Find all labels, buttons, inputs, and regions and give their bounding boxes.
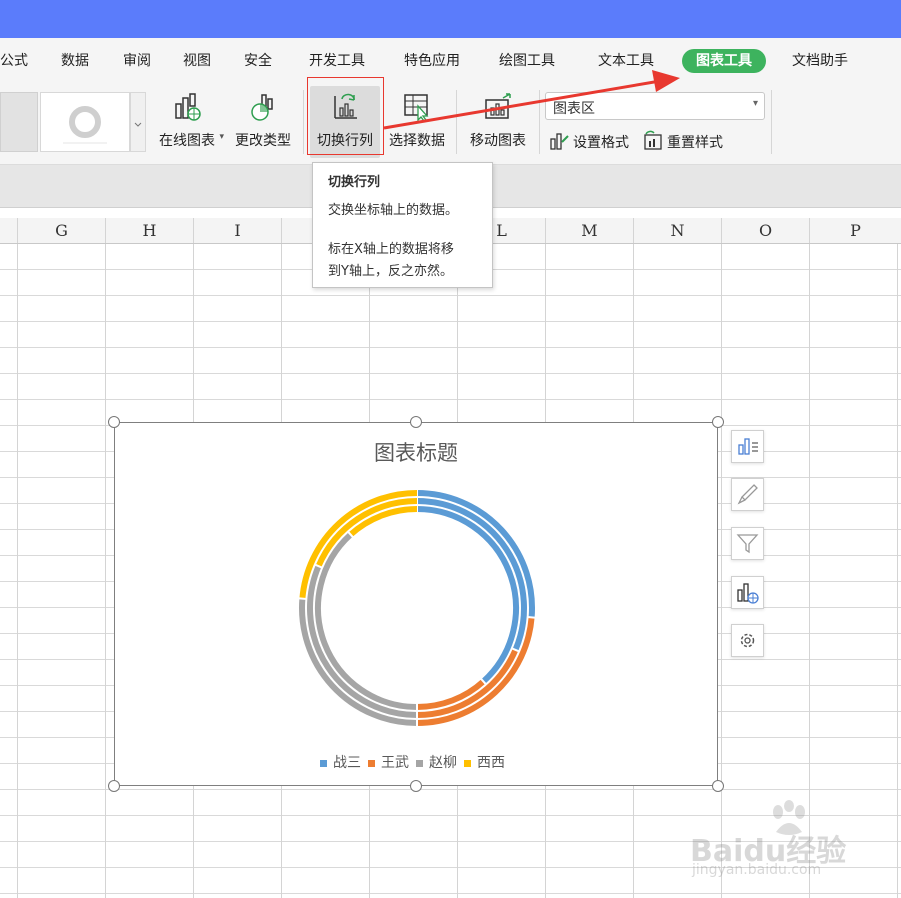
legend-item[interactable]: 赵柳 bbox=[416, 755, 457, 771]
resize-handle-top-left[interactable] bbox=[108, 416, 120, 428]
legend-label: 战三 bbox=[333, 755, 361, 771]
online-chart-label: 在线图表 bbox=[159, 133, 215, 149]
reset-style-label: 重置样式 bbox=[667, 135, 723, 151]
tab-text-tools[interactable]: 文本工具 bbox=[598, 38, 654, 84]
tab-data[interactable]: 数据 bbox=[61, 38, 89, 84]
online-chart-icon bbox=[737, 583, 759, 604]
tab-formula[interactable]: 公式 bbox=[0, 38, 28, 84]
chevron-down-icon: ▾ bbox=[752, 98, 758, 109]
style-preview-partial[interactable] bbox=[0, 92, 38, 152]
chart-area[interactable]: 图表标题 战三 王武 赵柳 西西 bbox=[114, 422, 718, 786]
chart-style-button[interactable] bbox=[731, 478, 764, 511]
chart-filter-icon bbox=[736, 534, 759, 554]
change-type-button[interactable]: 更改类型 bbox=[230, 86, 296, 158]
move-chart-label: 移动图表 bbox=[470, 133, 526, 149]
legend-swatch bbox=[416, 759, 423, 767]
menu-bar: 公式 数据 审阅 视图 安全 开发工具 特色应用 绘图工具 文本工具 图表工具 … bbox=[0, 38, 901, 84]
online-chart-side-button[interactable] bbox=[731, 576, 764, 609]
resize-handle-bottom[interactable] bbox=[410, 780, 422, 792]
tab-doc-assistant[interactable]: 文档助手 bbox=[792, 38, 848, 84]
tooltip-title: 切换行列 bbox=[328, 175, 381, 190]
ribbon-separator bbox=[456, 90, 457, 154]
donut-chart[interactable] bbox=[115, 423, 719, 787]
settings-gear-icon bbox=[740, 633, 755, 648]
online-chart-icon bbox=[175, 93, 201, 121]
tab-view[interactable]: 视图 bbox=[183, 38, 211, 84]
donut-segment[interactable] bbox=[315, 532, 418, 710]
legend-item[interactable]: 王武 bbox=[368, 755, 409, 771]
move-chart-button[interactable]: 移动图表 bbox=[464, 86, 532, 158]
reset-style-icon bbox=[644, 130, 662, 150]
ribbon-toolbar: 在线图表 ▾ 更改类型 切换行列 选择数据 移动图表 图表区 ▾ 设置格式 重置… bbox=[0, 77, 901, 165]
donut-segment[interactable] bbox=[348, 506, 418, 537]
chart-legend[interactable]: 战三 王武 赵柳 西西 bbox=[115, 752, 717, 772]
tab-features[interactable]: 特色应用 bbox=[404, 38, 460, 84]
change-type-icon bbox=[251, 94, 273, 121]
donut-thumbnail-icon bbox=[63, 106, 107, 144]
ribbon-separator bbox=[771, 90, 772, 154]
select-data-label: 选择数据 bbox=[389, 133, 445, 149]
column-header-g[interactable]: G bbox=[18, 218, 106, 243]
chart-elements-button[interactable] bbox=[731, 430, 764, 463]
set-format-label: 设置格式 bbox=[573, 135, 629, 151]
highlight-box bbox=[307, 77, 384, 155]
set-format-icon bbox=[550, 133, 569, 150]
chevron-down-icon bbox=[134, 122, 142, 127]
legend-label: 西西 bbox=[477, 755, 505, 771]
legend-item[interactable]: 战三 bbox=[320, 755, 361, 771]
chart-filter-button[interactable] bbox=[731, 527, 764, 560]
tooltip-line-1: 交换坐标轴上的数据。 bbox=[328, 203, 459, 218]
chart-style-icon bbox=[737, 484, 758, 505]
resize-handle-bottom-right[interactable] bbox=[712, 780, 724, 792]
tab-review[interactable]: 审阅 bbox=[123, 38, 151, 84]
online-chart-button[interactable]: 在线图表 ▾ bbox=[150, 86, 224, 158]
resize-handle-top-right[interactable] bbox=[712, 416, 724, 428]
chart-elements-icon bbox=[738, 438, 758, 455]
tab-chart-tools[interactable]: 图表工具 bbox=[682, 49, 766, 73]
tooltip-switch-row-column: 切换行列 交换坐标轴上的数据。 标在X轴上的数据将移 到Y轴上，反之亦然。 bbox=[312, 162, 493, 288]
resize-handle-top[interactable] bbox=[410, 416, 422, 428]
legend-item[interactable]: 西西 bbox=[464, 755, 505, 771]
chart-settings-button[interactable] bbox=[731, 624, 764, 657]
column-header-i[interactable]: I bbox=[194, 218, 282, 243]
tab-drawing-tools[interactable]: 绘图工具 bbox=[499, 38, 555, 84]
watermark-url: jingyan.baidu.com bbox=[692, 862, 822, 878]
change-type-label: 更改类型 bbox=[235, 133, 291, 149]
baidu-watermark: Baidu经验 jingyan.baidu.com bbox=[690, 800, 890, 890]
segment-separator bbox=[527, 616, 536, 619]
ribbon-separator bbox=[539, 90, 540, 154]
chart-element-select[interactable]: 图表区 ▾ bbox=[545, 92, 765, 120]
legend-label: 王武 bbox=[381, 755, 409, 771]
legend-label: 赵柳 bbox=[429, 755, 457, 771]
tooltip-line-2: 标在X轴上的数据将移 bbox=[328, 242, 454, 257]
legend-swatch bbox=[320, 759, 327, 767]
legend-swatch bbox=[464, 759, 471, 767]
ribbon-separator bbox=[303, 90, 304, 154]
move-chart-icon bbox=[485, 93, 511, 119]
segment-separator bbox=[298, 597, 307, 600]
column-header-h[interactable]: H bbox=[106, 218, 194, 243]
style-preview-donut[interactable] bbox=[40, 92, 130, 152]
select-data-icon bbox=[404, 94, 429, 122]
dropdown-arrow-icon: ▾ bbox=[219, 132, 224, 142]
donut-segment[interactable] bbox=[416, 679, 486, 710]
title-bar bbox=[0, 0, 901, 38]
column-header-o[interactable]: O bbox=[722, 218, 810, 243]
style-gallery-expand[interactable] bbox=[130, 92, 146, 152]
column-header-m[interactable]: M bbox=[546, 218, 634, 243]
tooltip-line-3: 到Y轴上，反之亦然。 bbox=[328, 264, 453, 279]
column-header-partial[interactable] bbox=[0, 218, 18, 243]
legend-swatch bbox=[368, 759, 375, 767]
column-header-p[interactable]: P bbox=[810, 218, 901, 243]
select-data-button[interactable]: 选择数据 bbox=[386, 86, 448, 158]
donut-segment[interactable] bbox=[416, 506, 519, 684]
resize-handle-bottom-left[interactable] bbox=[108, 780, 120, 792]
chart-element-value: 图表区 bbox=[553, 101, 595, 117]
column-header-n[interactable]: N bbox=[634, 218, 722, 243]
tab-security[interactable]: 安全 bbox=[244, 38, 272, 84]
